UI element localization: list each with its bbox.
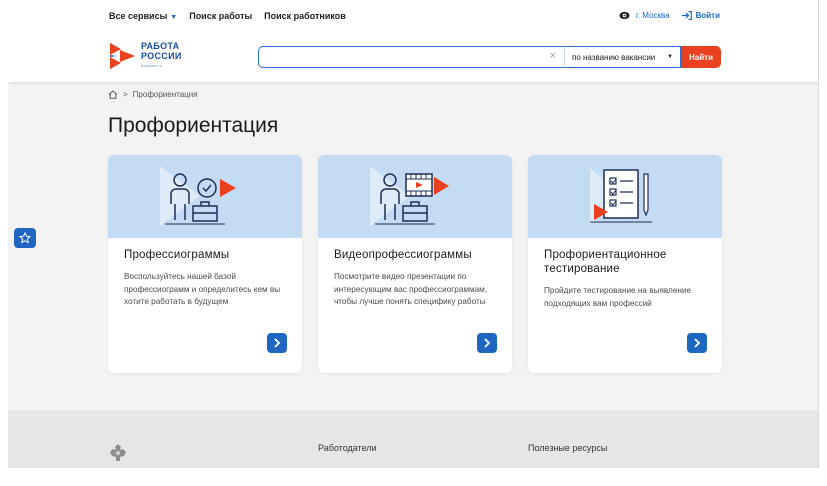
card-title: Профориентационное тестирование xyxy=(544,249,667,275)
login-button[interactable]: Войти xyxy=(681,11,720,20)
card-video-professiograms[interactable]: Видеопрофессиограммы Посмотрите видео пр… xyxy=(318,155,512,373)
card-career-test[interactable]: Профориентационное тестирование Пройдите… xyxy=(528,155,722,373)
card-arrow-button[interactable] xyxy=(477,333,497,353)
employee-search-link[interactable]: Поиск работников xyxy=(264,11,346,21)
header: РАБОТА РОССИИ trudvsem.ru × по названию … xyxy=(8,32,818,82)
card-description: Посмотрите видео презентации по интересу… xyxy=(334,272,488,306)
top-bar: Все сервисы ▼ Поиск работы Поиск работник… xyxy=(8,0,818,32)
logo-text: РАБОТА РОССИИ trudvsem.ru xyxy=(141,41,182,71)
city-selector[interactable]: г. Москва xyxy=(636,11,670,20)
card-image xyxy=(318,155,512,238)
star-icon xyxy=(19,232,31,244)
emblem-icon xyxy=(110,444,126,461)
chevron-right-icon xyxy=(694,338,701,348)
person-video-icon xyxy=(370,165,449,226)
page-title: Профориентация xyxy=(108,114,279,137)
footer: Работодатели Полезные ресурсы xyxy=(8,410,818,468)
page-frame: Все сервисы ▼ Поиск работы Поиск работник… xyxy=(8,0,819,468)
card-image xyxy=(108,155,302,238)
breadcrumb: > Профориентация xyxy=(108,90,198,99)
logo[interactable]: РАБОТА РОССИИ trudvsem.ru xyxy=(108,41,182,71)
logo-mark-icon xyxy=(110,43,135,69)
search-input[interactable] xyxy=(259,47,564,67)
eye-icon[interactable] xyxy=(619,10,630,21)
login-label: Войти xyxy=(695,11,720,20)
search-mode-label: по названию вакансии xyxy=(572,52,656,62)
card-description: Воспользуйтесь нашей базой профессиограм… xyxy=(124,272,281,306)
card-title: Профессиограммы xyxy=(124,249,230,261)
all-services-label: Все сервисы xyxy=(109,11,168,21)
all-services-menu[interactable]: Все сервисы ▼ xyxy=(109,11,177,21)
clear-icon[interactable]: × xyxy=(550,50,556,62)
top-right: г. Москва Войти xyxy=(619,10,720,21)
card-image xyxy=(528,155,722,238)
person-check-icon xyxy=(160,165,236,226)
checklist-icon xyxy=(590,167,652,224)
chevron-down-icon: ▼ xyxy=(170,14,178,21)
login-icon xyxy=(681,11,692,20)
job-search-link[interactable]: Поиск работы xyxy=(189,11,252,21)
search-mode-select[interactable]: по названию вакансии ▼ xyxy=(564,46,681,68)
home-icon[interactable] xyxy=(108,90,118,99)
breadcrumb-separator: > xyxy=(123,90,128,99)
search-field: × xyxy=(258,46,564,68)
search-button[interactable]: Найти xyxy=(681,46,721,68)
card-title: Видеопрофессиограммы xyxy=(334,249,472,261)
logo-line2: РОССИИ xyxy=(141,51,182,61)
favorites-button[interactable] xyxy=(14,228,36,248)
card-arrow-button[interactable] xyxy=(687,333,707,353)
search-bar: × по названию вакансии ▼ Найти xyxy=(258,46,721,68)
logo-line1: РАБОТА xyxy=(141,41,180,51)
card-professiograms[interactable]: Профессиограммы Воспользуйтесь нашей баз… xyxy=(108,155,302,373)
chevron-down-icon: ▼ xyxy=(667,54,673,60)
card-description: Пройдите тестирование на выявление подхо… xyxy=(544,286,692,308)
card-arrow-button[interactable] xyxy=(267,333,287,353)
breadcrumb-current: Профориентация xyxy=(132,90,198,99)
chevron-right-icon xyxy=(484,338,491,348)
footer-employers-heading[interactable]: Работодатели xyxy=(318,443,377,453)
top-nav: Все сервисы ▼ Поиск работы Поиск работник… xyxy=(109,11,346,21)
logo-subtext: trudvsem.ru xyxy=(141,63,163,68)
chevron-right-icon xyxy=(274,338,281,348)
footer-resources-heading[interactable]: Полезные ресурсы xyxy=(528,443,607,453)
